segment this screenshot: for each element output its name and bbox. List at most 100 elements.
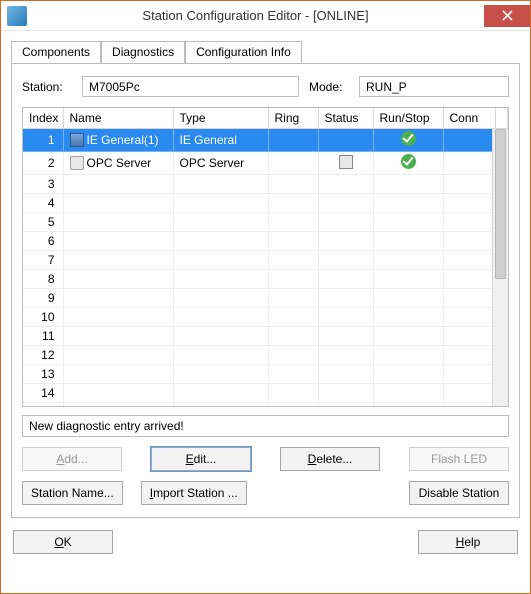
- table-scrollbar[interactable]: [492, 129, 508, 406]
- disable-station-button[interactable]: Disable Station: [409, 481, 509, 505]
- cell-conn: [443, 175, 495, 194]
- col-conn[interactable]: Conn: [443, 108, 495, 129]
- cell-ring: [268, 152, 318, 175]
- cell-name: OPC Server: [63, 152, 173, 175]
- table-row[interactable]: 2OPC ServerOPC Server: [23, 152, 508, 175]
- table-row[interactable]: 13: [23, 365, 508, 384]
- table-row[interactable]: 6: [23, 232, 508, 251]
- table-row[interactable]: 11: [23, 327, 508, 346]
- station-input[interactable]: [82, 76, 299, 97]
- cell-status: [318, 384, 373, 403]
- cell-status: [318, 152, 373, 175]
- cell-type: IE General: [173, 129, 268, 152]
- components-table[interactable]: Index Name Type Ring Status Run/Stop Con…: [22, 107, 509, 407]
- cell-index: 13: [23, 365, 63, 384]
- cell-status: [318, 194, 373, 213]
- cell-status: [318, 365, 373, 384]
- cell-index: 4: [23, 194, 63, 213]
- cell-type: [173, 194, 268, 213]
- cell-name: [63, 289, 173, 308]
- cell-conn: [443, 346, 495, 365]
- help-button[interactable]: Help: [418, 530, 518, 554]
- cell-conn: [443, 194, 495, 213]
- table-row[interactable]: 8: [23, 270, 508, 289]
- nic-icon: [70, 133, 84, 147]
- cell-runstop: [373, 403, 443, 408]
- cell-name: [63, 251, 173, 270]
- tab-bar: Components Diagnostics Configuration Inf…: [11, 41, 520, 64]
- cell-status: [318, 129, 373, 152]
- delete-button[interactable]: Delete...: [280, 447, 380, 471]
- cell-conn: [443, 251, 495, 270]
- ok-button[interactable]: OK: [13, 530, 113, 554]
- col-filler: [495, 108, 508, 129]
- tab-diagnostics[interactable]: Diagnostics: [101, 41, 185, 63]
- cell-ring: [268, 251, 318, 270]
- cell-conn: [443, 232, 495, 251]
- table-row[interactable]: 12: [23, 346, 508, 365]
- cell-type: [173, 289, 268, 308]
- cell-name: [63, 403, 173, 408]
- cell-ring: [268, 129, 318, 152]
- cell-status: [318, 213, 373, 232]
- cell-name: [63, 365, 173, 384]
- cell-index: 9: [23, 289, 63, 308]
- cell-status: [318, 175, 373, 194]
- table-row[interactable]: 14: [23, 384, 508, 403]
- table-row[interactable]: 3: [23, 175, 508, 194]
- col-status[interactable]: Status: [318, 108, 373, 129]
- cell-conn: [443, 308, 495, 327]
- table-row[interactable]: 5: [23, 213, 508, 232]
- close-button[interactable]: [484, 5, 530, 27]
- cell-index: 5: [23, 213, 63, 232]
- table-row[interactable]: 4: [23, 194, 508, 213]
- cell-name: [63, 384, 173, 403]
- table-row[interactable]: 10: [23, 308, 508, 327]
- station-label: Station:: [22, 80, 72, 94]
- cell-status: [318, 346, 373, 365]
- cell-conn: [443, 152, 495, 175]
- cell-ring: [268, 232, 318, 251]
- col-name[interactable]: Name: [63, 108, 173, 129]
- col-ring[interactable]: Ring: [268, 108, 318, 129]
- cell-conn: [443, 327, 495, 346]
- cell-type: [173, 308, 268, 327]
- tab-components[interactable]: Components: [11, 41, 101, 63]
- tab-configuration-info[interactable]: Configuration Info: [185, 41, 302, 63]
- cell-name: [63, 327, 173, 346]
- flash-led-button[interactable]: Flash LED: [409, 447, 509, 471]
- cell-index: 3: [23, 175, 63, 194]
- cell-index: 12: [23, 346, 63, 365]
- cell-name: [63, 232, 173, 251]
- table-row[interactable]: 15: [23, 403, 508, 408]
- cell-conn: [443, 129, 495, 152]
- cell-conn: [443, 270, 495, 289]
- import-station-button[interactable]: Import Station ...: [141, 481, 247, 505]
- cell-status: [318, 251, 373, 270]
- cell-index: 6: [23, 232, 63, 251]
- cell-status: [318, 403, 373, 408]
- check-ok-icon: [401, 131, 416, 146]
- station-name-button[interactable]: Station Name...: [22, 481, 123, 505]
- scrollbar-thumb[interactable]: [495, 129, 506, 279]
- mode-input[interactable]: [359, 76, 509, 97]
- cell-type: [173, 327, 268, 346]
- table-row[interactable]: 7: [23, 251, 508, 270]
- cell-ring: [268, 346, 318, 365]
- cell-status: [318, 289, 373, 308]
- cell-name: IE General(1): [63, 129, 173, 152]
- table-row[interactable]: 1IE General(1)IE General: [23, 129, 508, 152]
- cell-runstop: [373, 152, 443, 175]
- cell-conn: [443, 384, 495, 403]
- col-index[interactable]: Index: [23, 108, 63, 129]
- edit-button[interactable]: Edit...: [151, 447, 251, 471]
- cell-index: 1: [23, 129, 63, 152]
- cell-index: 11: [23, 327, 63, 346]
- cell-ring: [268, 327, 318, 346]
- cell-runstop: [373, 251, 443, 270]
- col-runstop[interactable]: Run/Stop: [373, 108, 443, 129]
- add-button[interactable]: Add...: [22, 447, 122, 471]
- cell-status: [318, 232, 373, 251]
- table-row[interactable]: 9: [23, 289, 508, 308]
- col-type[interactable]: Type: [173, 108, 268, 129]
